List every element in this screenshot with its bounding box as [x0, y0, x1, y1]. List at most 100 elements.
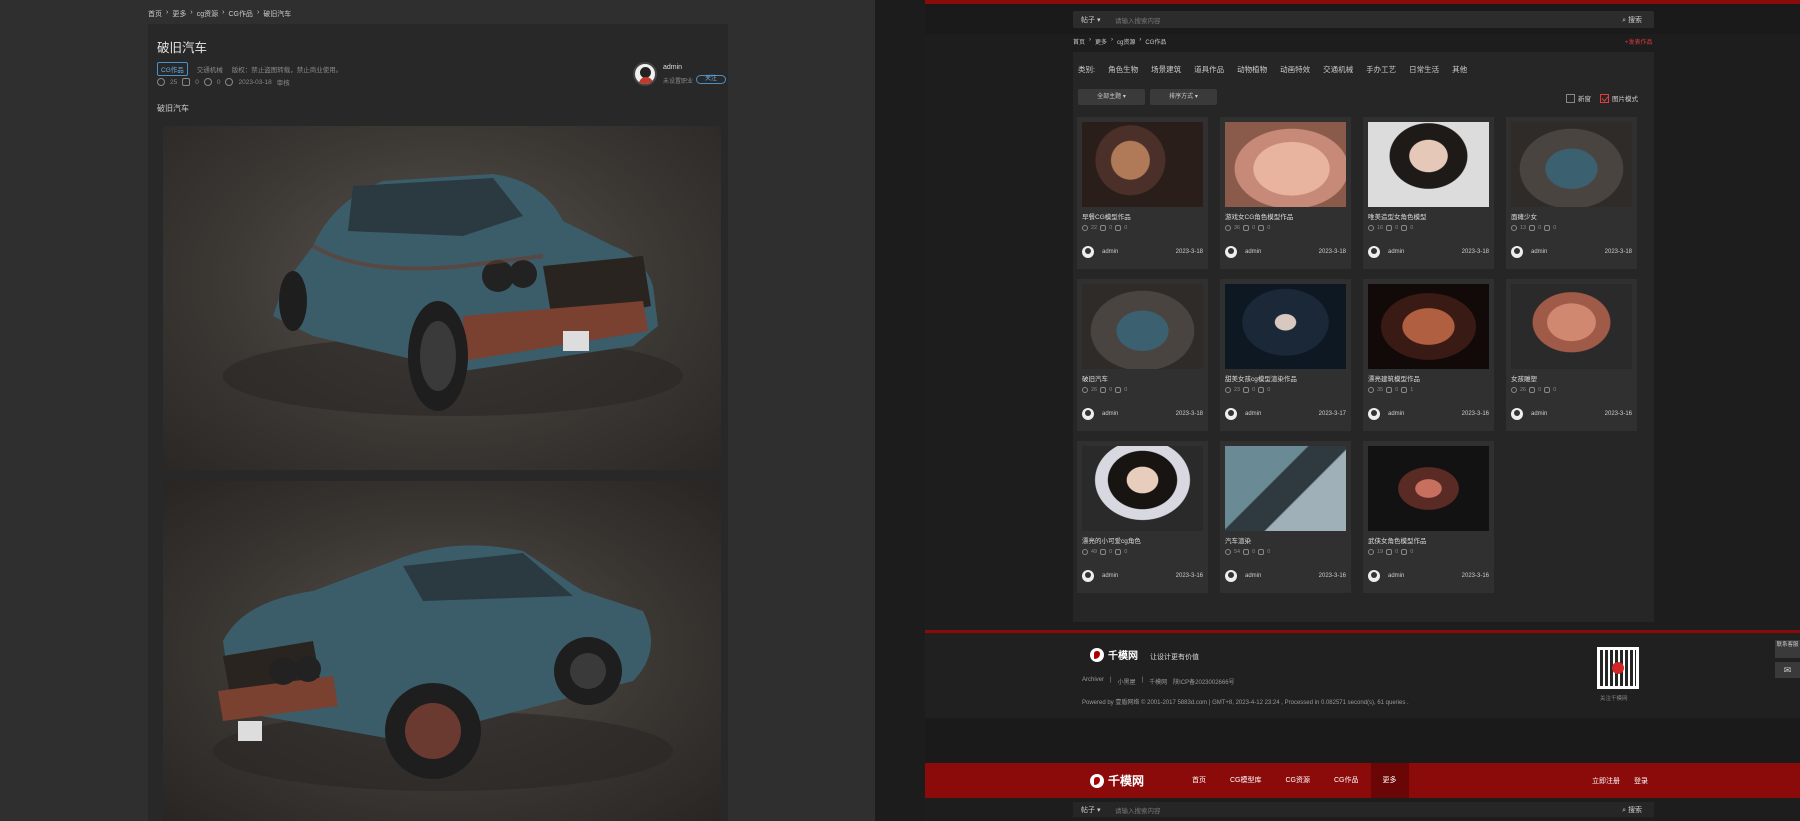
work-title[interactable]: 漂亮的小可爱cg角色 — [1082, 535, 1141, 545]
category-vehicles[interactable]: 交通机械 — [1323, 64, 1353, 75]
work-author[interactable]: admin — [1102, 411, 1118, 417]
work-thumbnail[interactable] — [1225, 446, 1346, 531]
nav-cg-works[interactable]: CG作品 — [1322, 763, 1371, 798]
category-scene[interactable]: 场景建筑 — [1151, 64, 1181, 75]
work-card[interactable]: 面瘫少女 13 0 0 admin 2023-3-18 — [1506, 117, 1637, 269]
avatar[interactable] — [1511, 246, 1523, 258]
nav-cg-models[interactable]: CG模型库 — [1218, 763, 1274, 798]
avatar[interactable] — [1225, 408, 1237, 420]
work-author[interactable]: admin — [1531, 249, 1547, 255]
work-author[interactable]: admin — [1245, 411, 1261, 417]
register-link[interactable]: 立即注册 — [1592, 776, 1620, 786]
work-card[interactable]: 汽车渲染 54 0 0 admin 2023-3-16 — [1220, 441, 1351, 593]
avatar[interactable] — [1082, 408, 1094, 420]
work-author[interactable]: admin — [1102, 249, 1118, 255]
category-fx[interactable]: 动画特效 — [1280, 64, 1310, 75]
avatar[interactable] — [633, 62, 657, 86]
category-daily[interactable]: 日常生活 — [1409, 64, 1439, 75]
work-thumbnail[interactable] — [1225, 122, 1346, 207]
work-author[interactable]: admin — [1245, 573, 1261, 579]
work-author[interactable]: admin — [1388, 249, 1404, 255]
work-card[interactable]: 漂亮建筑模型作品 35 0 1 admin 2023-3-16 — [1363, 279, 1494, 431]
work-thumbnail[interactable] — [1082, 284, 1203, 369]
work-card[interactable]: 破旧汽车 26 0 0 admin 2023-3-18 — [1077, 279, 1208, 431]
breadcrumb-more[interactable]: 更多 — [1095, 37, 1107, 46]
breadcrumb-more[interactable]: 更多 — [172, 9, 186, 19]
nav-home[interactable]: 首页 — [1180, 763, 1218, 798]
category-character[interactable]: 角色生物 — [1108, 64, 1138, 75]
avatar[interactable] — [1225, 246, 1237, 258]
search-type-select[interactable]: 帖子 ▾ — [1081, 805, 1100, 815]
work-title[interactable]: 甜美女孩cg模型渲染作品 — [1225, 373, 1297, 383]
work-author[interactable]: admin — [1102, 573, 1118, 579]
work-thumbnail[interactable] — [1368, 122, 1489, 207]
work-card[interactable]: 甜美女孩cg模型渲染作品 23 0 0 admin 2023-3-17 — [1220, 279, 1351, 431]
theme-dropdown[interactable]: 全部主题 ▾ — [1078, 89, 1145, 105]
footer-link-icp[interactable]: 陕ICP备2023002666号 — [1173, 677, 1234, 686]
nav-logo[interactable]: 千模网 — [1090, 772, 1144, 789]
footer-link-blacklist[interactable]: 小黑屋 — [1118, 677, 1136, 686]
avatar[interactable] — [1368, 570, 1380, 582]
work-thumbnail[interactable] — [1082, 122, 1203, 207]
work-card[interactable]: 女孩雕塑 26 0 0 admin 2023-3-16 — [1506, 279, 1637, 431]
search-input[interactable]: 请输入搜索内容 — [1115, 805, 1161, 815]
work-title[interactable]: 游戏女CG角色模型作品 — [1225, 211, 1293, 221]
work-title[interactable]: 面瘫少女 — [1511, 211, 1537, 221]
work-title[interactable]: 漂亮建筑模型作品 — [1368, 373, 1420, 383]
work-thumbnail[interactable] — [1368, 284, 1489, 369]
category-figures[interactable]: 手办工艺 — [1366, 64, 1396, 75]
work-title[interactable]: 武侠女角色模型作品 — [1368, 535, 1427, 545]
avatar[interactable] — [1511, 408, 1523, 420]
work-author[interactable]: admin — [1245, 249, 1261, 255]
category-tag[interactable]: CG作品 — [157, 62, 188, 76]
work-thumbnail[interactable] — [1511, 284, 1632, 369]
work-title[interactable]: 唯美造型女角色模型 — [1368, 211, 1427, 221]
nav-more[interactable]: 更多 — [1370, 763, 1409, 798]
avatar[interactable] — [1082, 246, 1094, 258]
avatar[interactable] — [1368, 246, 1380, 258]
breadcrumb-cg-works[interactable]: CG作品 — [228, 9, 253, 19]
breadcrumb-home[interactable]: 首页 — [148, 9, 162, 19]
work-title[interactable]: 女孩雕塑 — [1511, 373, 1537, 383]
work-author[interactable]: admin — [1531, 411, 1547, 417]
category-animals[interactable]: 动物植物 — [1237, 64, 1267, 75]
work-author[interactable]: admin — [1388, 573, 1404, 579]
work-title[interactable]: 早餐CG模型作品 — [1082, 211, 1131, 221]
mail-icon[interactable]: ✉ — [1775, 662, 1800, 678]
search-type-select[interactable]: 帖子 ▾ — [1081, 15, 1100, 25]
breadcrumb-cg-resources[interactable]: cg资源 — [1117, 37, 1135, 46]
work-title[interactable]: 汽车渲染 — [1225, 535, 1251, 545]
new-window-checkbox[interactable]: 新窗 — [1566, 93, 1591, 103]
footer-link-site[interactable]: 千模网 — [1149, 677, 1167, 686]
work-thumbnail[interactable] — [1082, 446, 1203, 531]
work-thumbnail[interactable] — [1225, 284, 1346, 369]
work-thumbnail[interactable] — [1511, 122, 1632, 207]
follow-button[interactable]: 关注 — [696, 75, 726, 84]
login-link[interactable]: 登录 — [1634, 776, 1648, 786]
sort-dropdown[interactable]: 排序方式 ▾ — [1150, 89, 1217, 105]
work-card[interactable]: 游戏女CG角色模型作品 36 0 0 admin 2023-3-18 — [1220, 117, 1351, 269]
contact-service-button[interactable]: 联系客服 — [1775, 640, 1800, 658]
nav-cg-resources[interactable]: CG资源 — [1274, 763, 1323, 798]
search-button[interactable]: ⌕ 搜索 — [1622, 805, 1642, 815]
breadcrumb-home[interactable]: 首页 — [1073, 37, 1085, 46]
work-title[interactable]: 破旧汽车 — [1082, 373, 1108, 383]
work-thumbnail[interactable] — [1368, 446, 1489, 531]
breadcrumb-cg-resources[interactable]: cg资源 — [197, 9, 218, 19]
category-other[interactable]: 其他 — [1452, 64, 1467, 75]
avatar[interactable] — [1368, 408, 1380, 420]
footer-link-archiver[interactable]: Archiver — [1082, 677, 1104, 686]
avatar[interactable] — [1225, 570, 1237, 582]
footer-logo[interactable]: 千模网 — [1090, 647, 1138, 662]
work-card[interactable]: 唯美造型女角色模型 16 0 0 admin 2023-3-18 — [1363, 117, 1494, 269]
post-work-button[interactable]: +发表作品 — [1625, 37, 1653, 46]
category-props[interactable]: 道具作品 — [1194, 64, 1224, 75]
search-input[interactable]: 请输入搜索内容 — [1115, 15, 1161, 25]
work-card[interactable]: 武侠女角色模型作品 19 0 0 admin 2023-3-16 — [1363, 441, 1494, 593]
image-mode-checkbox[interactable]: 图片模式 — [1600, 93, 1638, 103]
avatar[interactable] — [1082, 570, 1094, 582]
work-card[interactable]: 早餐CG模型作品 22 0 0 admin 2023-3-18 — [1077, 117, 1208, 269]
author-name[interactable]: admin — [663, 64, 682, 71]
work-author[interactable]: admin — [1388, 411, 1404, 417]
work-card[interactable]: 漂亮的小可爱cg角色 49 0 0 admin 2023-3-16 — [1077, 441, 1208, 593]
